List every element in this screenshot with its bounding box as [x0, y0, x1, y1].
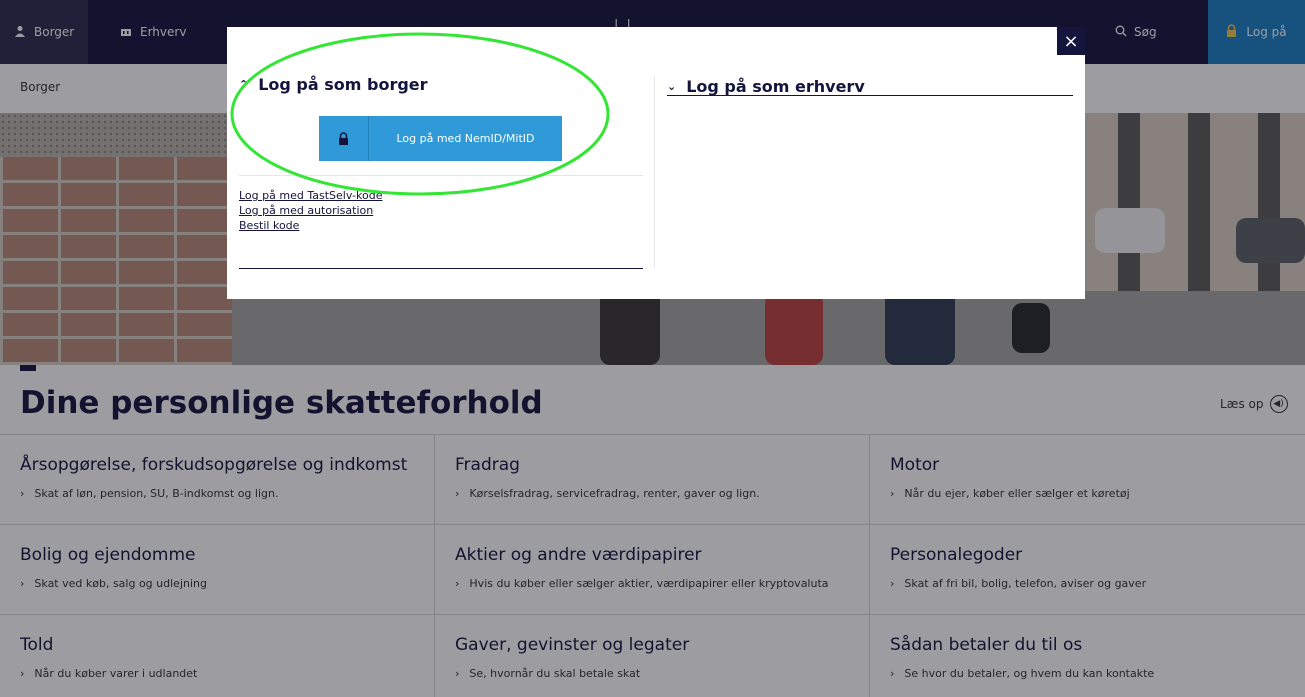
- borger-section-title: Log på som borger: [258, 75, 428, 94]
- tastselv-login-link[interactable]: Log på med TastSelv-kode: [239, 189, 382, 202]
- login-modal: × ⌃ Log på som borger Log på med NemID/M…: [227, 27, 1085, 299]
- erhverv-section-title: Log på som erhverv: [686, 77, 865, 96]
- divider: [667, 95, 1073, 96]
- autorisation-login-link[interactable]: Log på med autorisation: [239, 204, 382, 217]
- order-code-link[interactable]: Bestil kode: [239, 219, 382, 232]
- divider: [239, 268, 643, 269]
- column-divider: [654, 77, 655, 267]
- erhverv-login-panel: ⌄ Log på som erhverv: [667, 27, 1073, 299]
- borger-section-header[interactable]: ⌃ Log på som borger: [239, 75, 428, 94]
- lock-icon: [319, 116, 369, 161]
- nemid-login-label: Log på med NemID/MitID: [396, 132, 535, 145]
- erhverv-section-header[interactable]: ⌄ Log på som erhverv: [667, 77, 865, 96]
- chevron-up-icon: ⌃: [239, 78, 249, 91]
- divider: [239, 175, 643, 176]
- borger-login-panel: ⌃ Log på som borger Log på med NemID/Mit…: [239, 27, 643, 299]
- alt-login-links: Log på med TastSelv-kode Log på med auto…: [239, 189, 382, 232]
- nemid-login-button[interactable]: Log på med NemID/MitID: [319, 116, 562, 161]
- chevron-down-icon: ⌄: [667, 80, 677, 93]
